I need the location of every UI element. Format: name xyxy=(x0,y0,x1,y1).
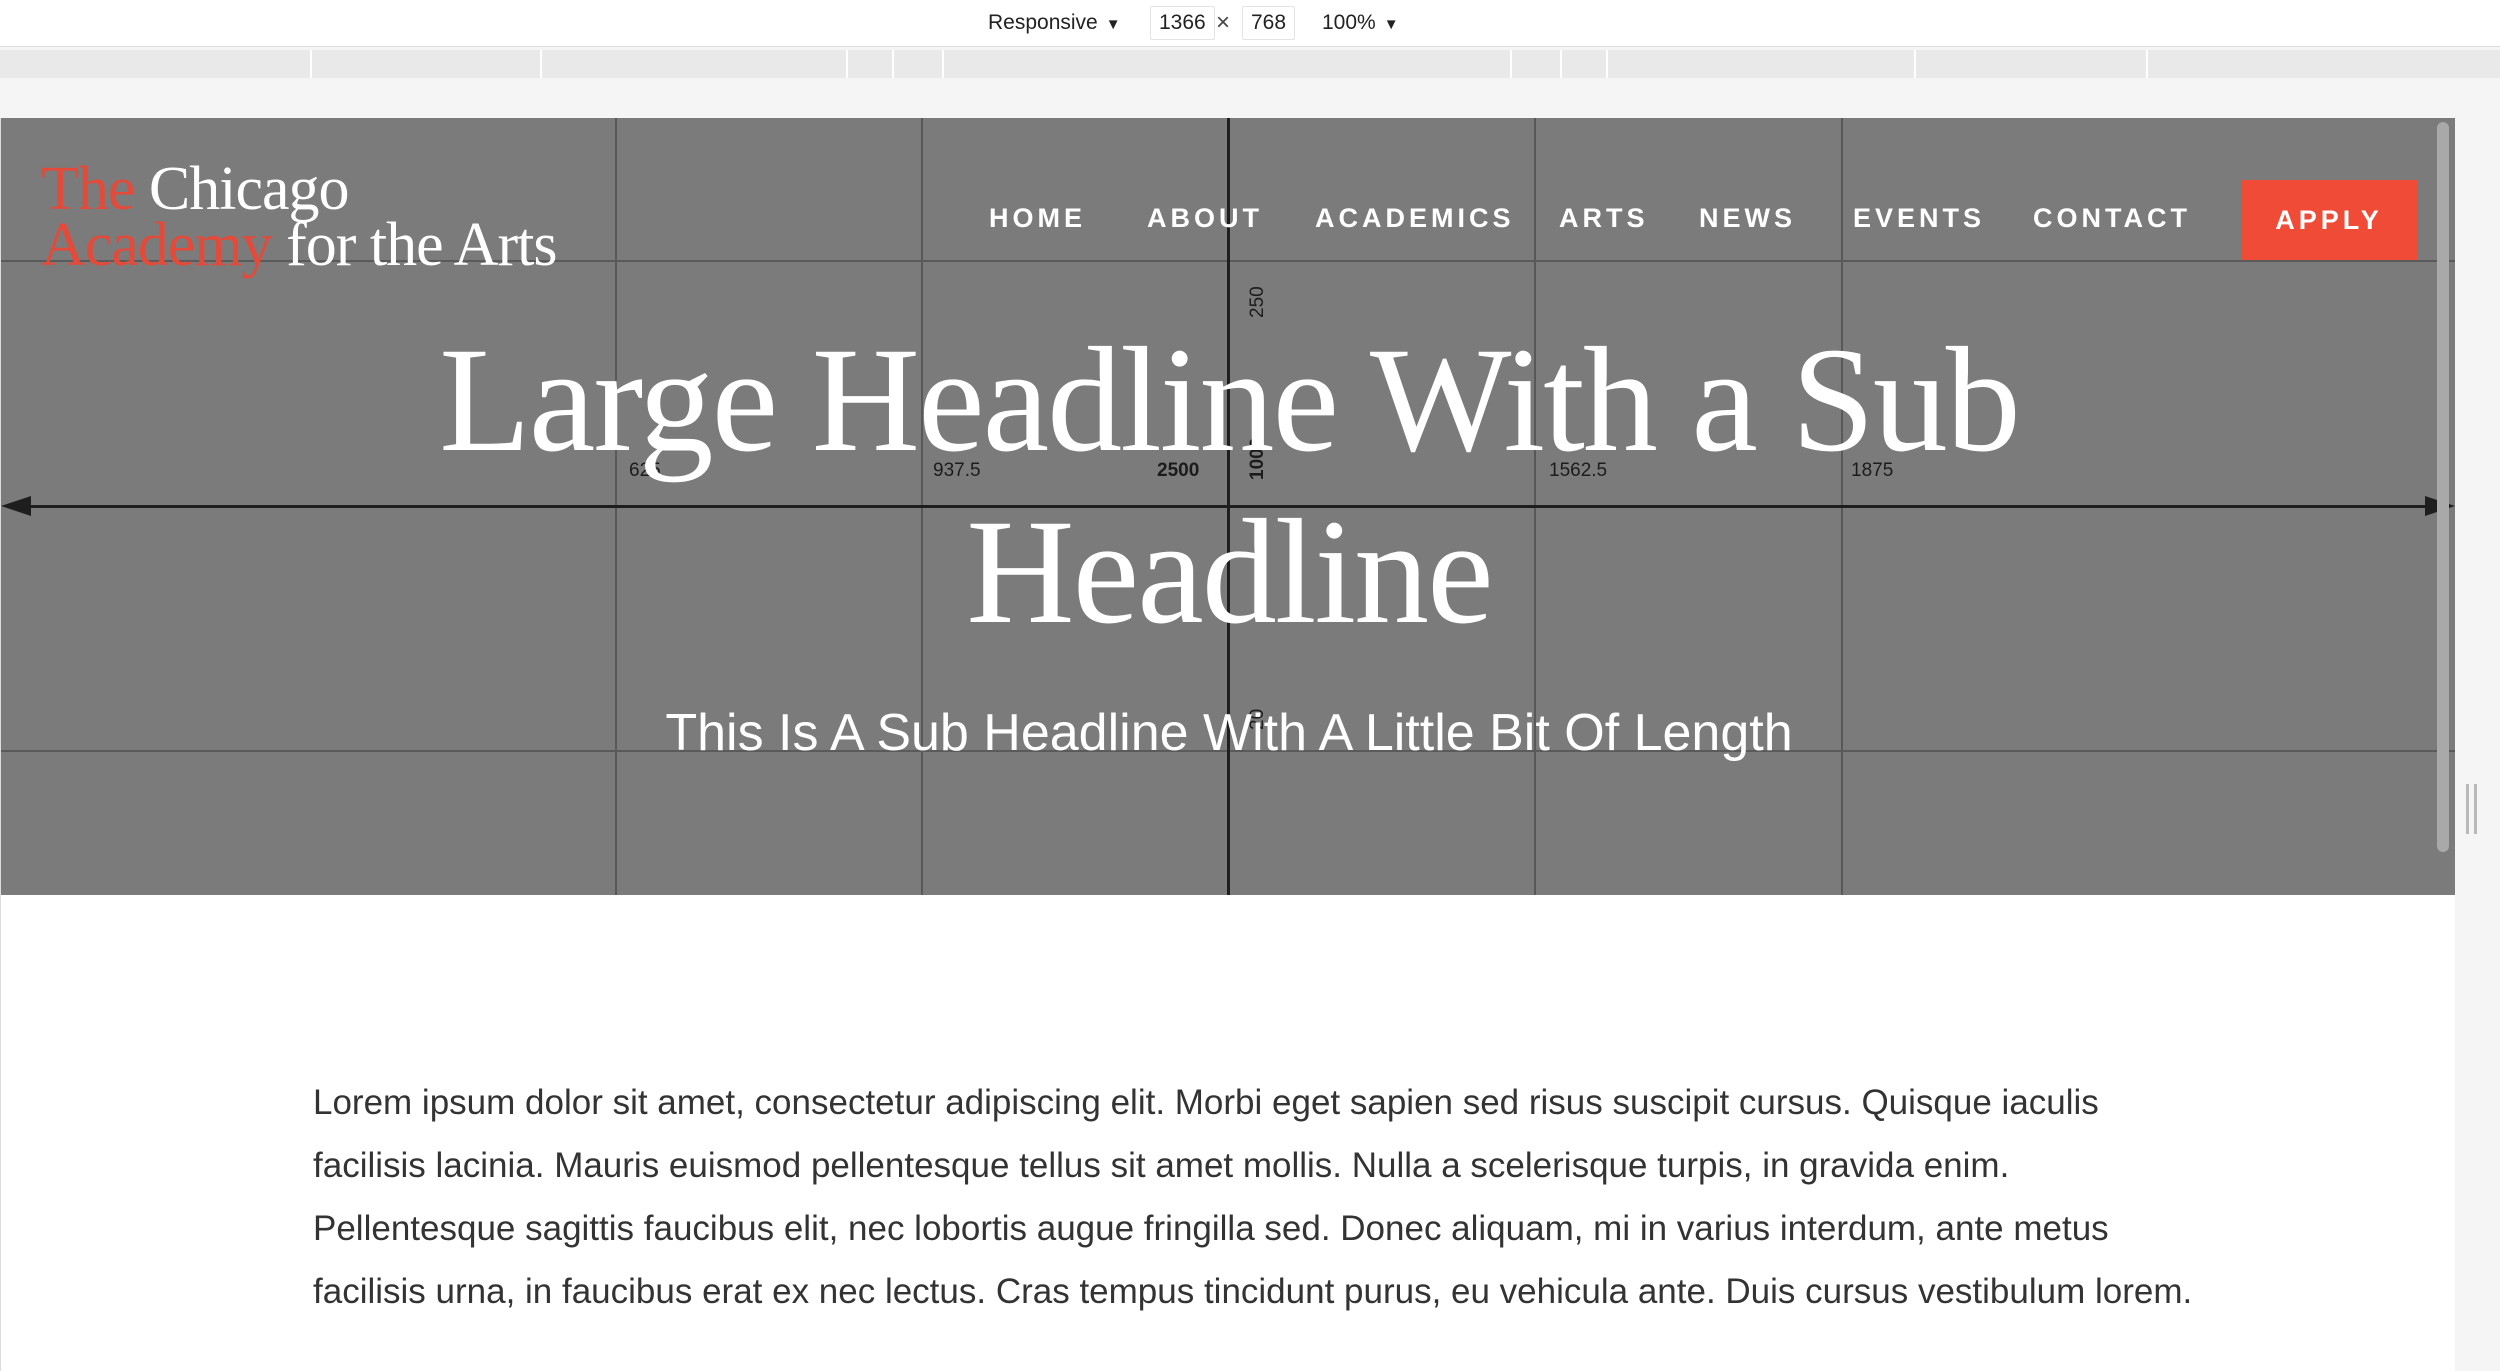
hero-subheadline: This Is A Sub Headline With A Little Bit… xyxy=(665,704,1793,762)
nav-item-events[interactable]: EVENTS xyxy=(1853,198,1985,238)
ruler-tick[interactable] xyxy=(846,50,848,78)
body-paragraph: Lorem ipsum dolor sit amet, consectetur … xyxy=(313,1083,2193,1311)
device-mode-label: Responsive xyxy=(988,11,1098,34)
apply-button[interactable]: APPLY xyxy=(2241,180,2417,260)
viewport-width-input[interactable]: 1366 xyxy=(1150,6,1215,40)
ruler-tick[interactable] xyxy=(892,50,894,78)
dropdown-arrow-icon: ▼ xyxy=(1105,16,1121,33)
zoom-dropdown[interactable]: 100% ▼ xyxy=(1322,6,1399,40)
dropdown-arrow-icon: ▼ xyxy=(1383,16,1399,33)
nav-item-contact[interactable]: CONTACT xyxy=(2033,198,2191,238)
nav-item-arts[interactable]: ARTS xyxy=(1559,198,1649,238)
nav-item-news[interactable]: NEWS xyxy=(1699,198,1796,238)
emulated-viewport: 625 937.5 2500 1562.5 1875 250 1000 20 T… xyxy=(0,118,2455,1371)
vertical-scrollbar[interactable] xyxy=(2437,122,2449,852)
ruler-tick[interactable] xyxy=(1560,50,1562,78)
zoom-label: 100% xyxy=(1322,11,1376,34)
ruler-tick[interactable] xyxy=(540,50,542,78)
viewport-resize-handle[interactable] xyxy=(2466,784,2480,834)
ruler-tick[interactable] xyxy=(2146,50,2148,78)
nav-item-home[interactable]: HOME xyxy=(989,198,1086,238)
nav-item-about[interactable]: ABOUT xyxy=(1147,198,1263,238)
site-logo[interactable]: The Chicago Academy for the Arts xyxy=(41,154,601,284)
hero-section: 625 937.5 2500 1562.5 1875 250 1000 20 T… xyxy=(1,118,2455,895)
ruler-tick[interactable] xyxy=(1606,50,1608,78)
ruler-tick[interactable] xyxy=(942,50,944,78)
arrow-left-icon xyxy=(1,496,31,516)
hero-headline: Large Headline With a Sub Headline xyxy=(439,317,2021,655)
media-query-ruler xyxy=(0,50,2500,78)
logo-text: for the Arts xyxy=(286,211,557,279)
dimension-separator-icon: × xyxy=(1216,9,1231,36)
devtools-toolbar: Responsive ▼ 1366 × 768 100% ▼ xyxy=(0,0,2500,47)
ruler-tick[interactable] xyxy=(310,50,312,78)
nav-item-academics[interactable]: ACADEMICS xyxy=(1315,198,1515,238)
viewport-height-input[interactable]: 768 xyxy=(1242,6,1296,40)
logo-text: Academy xyxy=(41,211,273,279)
device-mode-dropdown[interactable]: Responsive ▼ xyxy=(988,6,1121,40)
ruler-tick[interactable] xyxy=(1914,50,1916,78)
ruler-tick[interactable] xyxy=(1510,50,1512,78)
